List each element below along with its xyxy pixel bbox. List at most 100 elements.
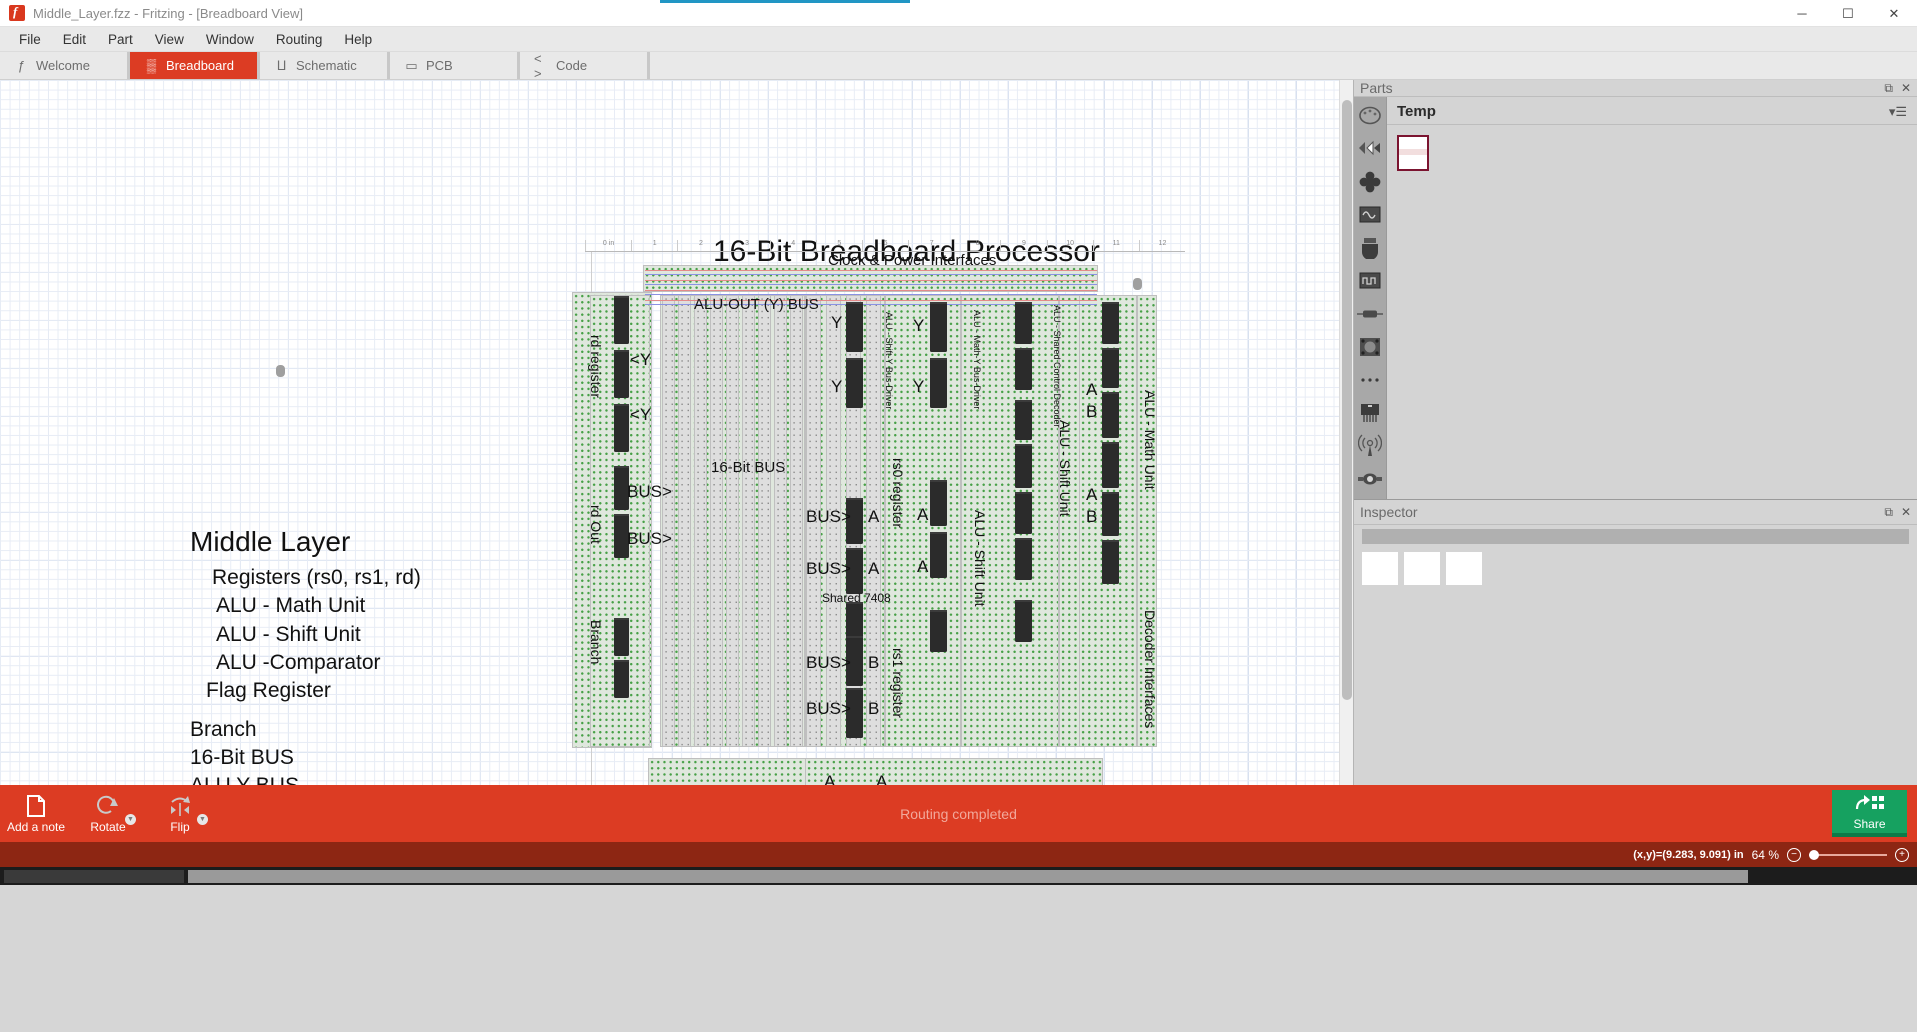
flower-icon[interactable] <box>1356 167 1385 196</box>
dip-chip-19[interactable] <box>1015 302 1032 344</box>
inspector-preview-1 <box>1362 552 1398 585</box>
bus-strip-8[interactable] <box>790 295 803 747</box>
power-rail-blue-2 <box>645 294 1097 295</box>
dip-chip-0[interactable] <box>614 296 629 344</box>
maximize-button[interactable]: ☐ <box>1825 0 1871 27</box>
dip-chip-28[interactable] <box>1102 392 1119 438</box>
antenna-icon[interactable] <box>1356 431 1385 460</box>
inspector-panel: Inspector ⧉ ✕ <box>1354 499 1917 785</box>
tab-welcome[interactable]: ƒ Welcome <box>0 52 130 79</box>
parts-bin-strip[interactable] <box>1354 97 1387 526</box>
bus-strip-4[interactable] <box>726 295 739 747</box>
hamburger-menu-icon[interactable]: ▾☰ <box>1889 104 1907 120</box>
zoom-slider-thumb[interactable] <box>1809 850 1819 860</box>
menu-view[interactable]: View <box>144 29 195 50</box>
dip-chip-22[interactable] <box>1015 444 1032 488</box>
ic-square-wave-icon[interactable] <box>1356 266 1385 295</box>
menu-routing[interactable]: Routing <box>265 29 334 50</box>
signal-mark-19: B <box>1086 402 1097 422</box>
parts-item-grid[interactable] <box>1387 125 1917 526</box>
breadboard-slab-11[interactable] <box>805 758 1103 785</box>
ellipsis-icon[interactable] <box>1356 365 1385 394</box>
core-parts-palette-icon[interactable] <box>1356 101 1385 130</box>
signal-mark-7: Y <box>913 377 924 397</box>
close-icon[interactable]: ✕ <box>1901 505 1911 519</box>
bus-strip-1[interactable] <box>678 295 691 747</box>
dip-chip-21[interactable] <box>1015 400 1032 440</box>
signal-mark-9: A <box>868 507 879 527</box>
signal-mark-15: B <box>868 653 879 673</box>
dip-chip-5[interactable] <box>614 618 629 656</box>
dip-chip-18[interactable] <box>930 610 947 652</box>
close-button[interactable]: ✕ <box>1871 0 1917 27</box>
zoom-slider[interactable] <box>1809 854 1887 856</box>
taskbar-item[interactable] <box>4 870 184 883</box>
dip-chip-8[interactable] <box>846 358 863 408</box>
bus-strip-5[interactable] <box>742 295 755 747</box>
breadboard-label-3: Shared 7408 <box>822 591 891 605</box>
zoom-unit: % <box>1768 848 1779 862</box>
menu-edit[interactable]: Edit <box>52 29 97 50</box>
os-taskbar <box>0 867 1917 885</box>
zoom-out-button[interactable]: − <box>1787 848 1801 862</box>
dip-chip-15[interactable] <box>930 358 947 408</box>
signal-mark-3: BUS> <box>627 529 672 549</box>
signal-mark-21: B <box>1086 507 1097 527</box>
dip-chip-25[interactable] <box>1015 600 1032 642</box>
float-icon[interactable]: ⧉ <box>1884 81 1893 96</box>
bus-strip-2[interactable] <box>694 295 707 747</box>
dip-chip-7[interactable] <box>846 302 863 352</box>
dip-chip-26[interactable] <box>1102 302 1119 344</box>
bus-strip-0[interactable] <box>662 295 675 747</box>
zoom-value: 64 <box>1752 848 1765 862</box>
tab-breadboard[interactable]: ▒ Breadboard <box>130 52 260 79</box>
bus-strip-3[interactable] <box>710 295 723 747</box>
dip-chip-1[interactable] <box>614 350 629 398</box>
dip-chip-24[interactable] <box>1015 538 1032 580</box>
tab-pcb[interactable]: ▭ PCB <box>390 52 520 79</box>
power-rail-blue-0 <box>645 274 1097 275</box>
menu-help[interactable]: Help <box>333 29 383 50</box>
breadboard-label-12: rs1 register <box>890 648 906 718</box>
taskbar-item[interactable] <box>188 870 1748 883</box>
menu-window[interactable]: Window <box>195 29 265 50</box>
dip-chip-20[interactable] <box>1015 348 1032 390</box>
resistor-icon[interactable] <box>1356 299 1385 328</box>
canvas-vertical-scrollbar[interactable] <box>1339 80 1353 785</box>
dip-chip-30[interactable] <box>1102 492 1119 536</box>
ic-sine-icon[interactable] <box>1356 200 1385 229</box>
tab-code[interactable]: < > Code <box>520 52 650 79</box>
bus-strip-6[interactable] <box>758 295 771 747</box>
dip-chip-23[interactable] <box>1015 492 1032 534</box>
switch-icon[interactable] <box>1356 332 1385 361</box>
motor-icon[interactable] <box>1356 464 1385 493</box>
tab-schematic[interactable]: ⨿ Schematic <box>260 52 390 79</box>
minimize-button[interactable]: ─ <box>1779 0 1825 27</box>
voltage-regulator-icon[interactable] <box>1356 398 1385 427</box>
close-icon[interactable]: ✕ <box>1901 81 1911 95</box>
dip-chip-2[interactable] <box>614 404 629 452</box>
dip-chip-16[interactable] <box>930 480 947 526</box>
share-button[interactable]: Share <box>1832 790 1907 837</box>
breadboard-canvas[interactable]: Middle Layer Registers (rs0, rs1, rd) AL… <box>0 80 1353 785</box>
zoom-in-button[interactable]: + <box>1895 848 1909 862</box>
canvas-scroll-thumb[interactable] <box>1342 100 1352 700</box>
float-icon[interactable]: ⧉ <box>1884 505 1893 520</box>
breadboard-artwork[interactable]: 74LS08740874HC NOT7408 AND74273 Register… <box>0 80 1353 785</box>
dip-chip-27[interactable] <box>1102 348 1119 388</box>
shapes-icon[interactable] <box>1356 134 1385 163</box>
dip-chip-31[interactable] <box>1102 540 1119 584</box>
connector-icon[interactable] <box>1356 233 1385 262</box>
tab-schematic-label: Schematic <box>296 58 357 73</box>
bus-strip-7[interactable] <box>774 295 787 747</box>
menu-file[interactable]: File <box>8 29 52 50</box>
dip-chip-6[interactable] <box>614 660 629 698</box>
dip-chip-29[interactable] <box>1102 442 1119 488</box>
view-tab-bar: ƒ Welcome ▒ Breadboard ⨿ Schematic ▭ PCB… <box>0 52 1917 80</box>
breadboard-label-2: 16-Bit BUS <box>711 459 785 476</box>
dip-chip-14[interactable] <box>930 302 947 352</box>
signal-mark-12: A <box>868 559 879 579</box>
part-thumb-temp-breadboard[interactable] <box>1397 135 1429 171</box>
menu-part[interactable]: Part <box>97 29 144 50</box>
dip-chip-17[interactable] <box>930 532 947 578</box>
